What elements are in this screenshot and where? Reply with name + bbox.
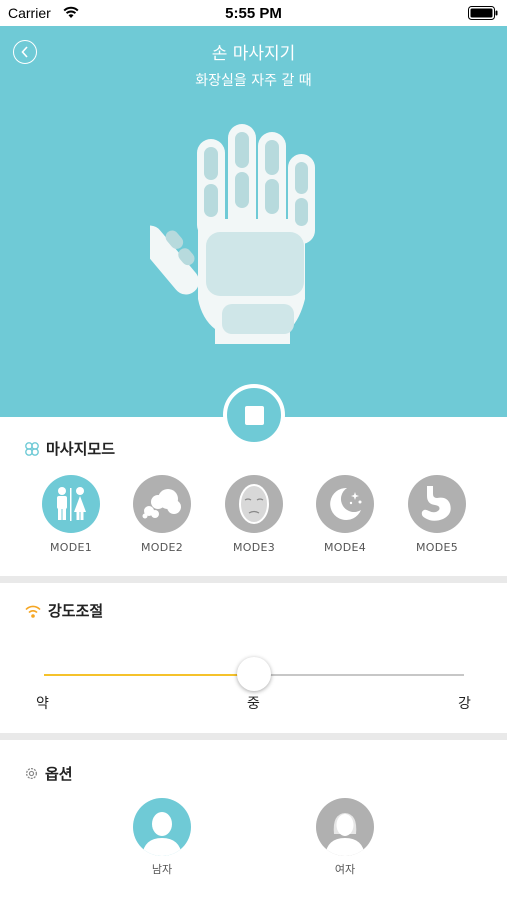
stomach-icon [421, 486, 451, 521]
stop-icon [244, 405, 264, 425]
mode-button-4[interactable] [316, 475, 374, 533]
section-divider [0, 576, 507, 583]
mode-button-1[interactable] [42, 475, 100, 533]
modes-section-header: 마사지모드 [24, 438, 115, 459]
intensity-max-label: 강 [458, 696, 471, 712]
male-avatar-icon [142, 812, 182, 856]
mode-label-4: MODE4 [323, 541, 367, 554]
mode-button-2[interactable] [133, 475, 191, 533]
modes-section-title: 마사지모드 [46, 440, 116, 458]
gender-option-female[interactable]: 여자 [315, 798, 375, 877]
stop-button[interactable] [223, 384, 285, 446]
moon-stars-icon [330, 487, 362, 520]
mode-button-5[interactable] [408, 475, 466, 533]
page-title: 손 마사지기 [211, 44, 296, 64]
mode-item-3[interactable]: MODE3 [216, 475, 292, 554]
clock-label: 5:55 PM [225, 5, 282, 22]
signal-icon [25, 605, 41, 618]
female-label: 여자 [334, 863, 356, 876]
gender-option-male[interactable]: 남자 [132, 798, 192, 877]
section-divider [0, 733, 507, 740]
page-subtitle: 화장실을 자주 갈 때 [195, 73, 312, 89]
intensity-min-label: 약 [36, 696, 49, 712]
restroom-icon [57, 487, 86, 521]
mode-list: MODE1 MODE2 MODE3 MODE4 MODE5 [0, 475, 507, 555]
mode-button-3[interactable] [225, 475, 283, 533]
cloud-puff-icon [142, 489, 181, 519]
female-avatar-icon [325, 813, 365, 856]
female-avatar-button[interactable] [316, 798, 374, 856]
hand-illustration [150, 124, 315, 344]
face-icon [239, 484, 269, 524]
intensity-slider-fill [44, 674, 254, 676]
mode-label-1: MODE1 [49, 541, 93, 554]
gear-icon [25, 767, 38, 780]
intensity-section-title: 강도조절 [48, 602, 104, 620]
mode-item-2[interactable]: MODE2 [124, 475, 200, 554]
male-avatar-button[interactable] [133, 798, 191, 856]
mode-label-3: MODE3 [232, 541, 276, 554]
mode-item-1[interactable]: MODE1 [33, 475, 109, 554]
options-section-title: 옵션 [45, 765, 73, 783]
status-bar: Carrier 5:55 PM [0, 0, 507, 26]
intensity-section-header: 강도조절 [24, 600, 103, 621]
clover-icon [25, 441, 39, 456]
intensity-slider-thumb[interactable] [237, 657, 271, 691]
mode-label-5: MODE5 [415, 541, 459, 554]
mode-item-5[interactable]: MODE5 [399, 475, 475, 554]
mode-item-4[interactable]: MODE4 [307, 475, 383, 554]
intensity-mid-label: 중 [247, 696, 260, 712]
mode-label-2: MODE2 [140, 541, 184, 554]
male-label: 남자 [151, 863, 173, 876]
hero-panel: 손 마사지기 화장실을 자주 갈 때 [0, 26, 507, 417]
battery-icon [468, 6, 498, 20]
options-section-header: 옵션 [24, 763, 73, 784]
